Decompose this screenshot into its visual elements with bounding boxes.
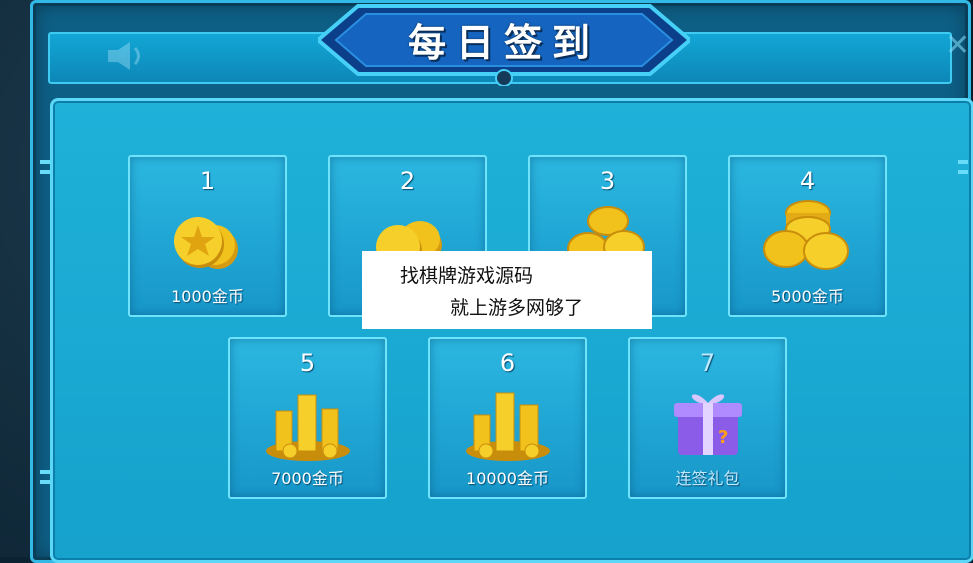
frame-tick (958, 170, 968, 174)
reward-label: 7000金币 (271, 469, 344, 488)
gift-box-icon: ? (674, 394, 742, 455)
reward-label: 连签礼包 (675, 469, 740, 488)
coin-stack-icon (763, 200, 849, 270)
page-title: 每日签到 (407, 21, 600, 65)
day-number: 2 (399, 167, 416, 195)
frame-tick (40, 160, 50, 164)
frame-tick (40, 170, 50, 174)
day-number: 1 (199, 167, 216, 195)
reward-label: 5000金币 (771, 287, 844, 306)
coin-small-icon (174, 217, 238, 269)
day-number: 5 (299, 349, 316, 377)
day-card-1[interactable]: 1 1000金币 (128, 155, 287, 317)
title-banner: 每日签到 (318, 0, 690, 86)
watermark-overlay: 找棋牌游戏源码 就上游多网够了 (362, 251, 652, 329)
coin-pile-icon (266, 394, 350, 461)
day-number: 7 (699, 349, 716, 377)
reward-label: 1000金币 (171, 287, 244, 306)
reward-label: 10000金币 (466, 469, 549, 488)
day-card-6[interactable]: 6 10000金币 (428, 337, 587, 499)
speaker-icon[interactable] (100, 36, 150, 76)
day-number: 4 (799, 167, 816, 195)
frame-tick (40, 480, 50, 484)
day-number: 6 (499, 349, 516, 377)
day-card-4[interactable]: 4 5000金币 (728, 155, 887, 317)
frame-tick (40, 470, 50, 474)
day-number: 3 (599, 167, 616, 195)
overlay-line-2: 就上游多网够了 (450, 297, 584, 319)
coin-pile-icon (466, 392, 550, 461)
close-icon[interactable]: ✕ (945, 28, 970, 63)
overlay-line-1: 找棋牌游戏源码 (400, 265, 534, 287)
day-card-7[interactable]: 7 ? 连签礼包 (628, 337, 787, 499)
day-card-5[interactable]: 5 7000金币 (228, 337, 387, 499)
frame-tick (958, 160, 968, 164)
svg-text:?: ? (718, 427, 728, 448)
